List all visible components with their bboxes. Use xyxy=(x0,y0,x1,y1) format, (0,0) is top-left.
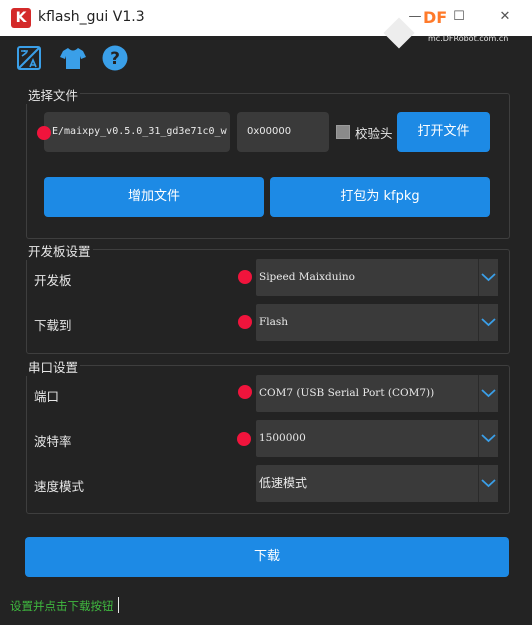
download-to-select[interactable]: Flash xyxy=(256,304,498,341)
watermark-site: mc.DFRobot.com.cn xyxy=(428,34,509,43)
chevron-down-icon[interactable] xyxy=(478,465,498,502)
baud-rate-select[interactable]: 1500000 xyxy=(256,420,498,457)
checksum-checkbox[interactable] xyxy=(336,125,350,139)
status-message: 设置并点击下载按钮 xyxy=(10,599,114,613)
port-select-value: COM7 (USB Serial Port (COM7)) xyxy=(259,387,435,399)
svg-text:?: ? xyxy=(110,49,120,69)
marker-dot-port xyxy=(238,385,252,399)
board-label: 开发板 xyxy=(34,273,72,288)
speed-mode-label: 速度模式 xyxy=(34,479,85,494)
minimize-button[interactable]: — xyxy=(408,10,422,24)
baud-rate-label: 波特率 xyxy=(34,434,72,449)
download-to-select-value: Flash xyxy=(259,316,289,328)
marker-dot-baud xyxy=(237,432,251,446)
port-label: 端口 xyxy=(34,389,60,404)
open-file-button[interactable]: 打开文件 xyxy=(397,112,490,152)
board-select[interactable]: Sipeed Maixduino xyxy=(256,259,498,296)
board-group-title: 开发板设置 xyxy=(26,241,93,260)
serial-group-title: 串口设置 xyxy=(26,357,81,376)
kflash-logo-icon: K xyxy=(11,8,31,28)
download-to-label: 下载到 xyxy=(34,318,72,333)
close-button[interactable]: ✕ xyxy=(498,10,512,24)
checksum-label: 校验头 xyxy=(355,126,393,141)
download-button[interactable]: 下载 xyxy=(25,537,509,577)
file-path-input[interactable]: E/maixpy_v0.5.0_31_gd3e71c0_w xyxy=(44,112,230,152)
help-icon[interactable]: ? xyxy=(101,44,129,72)
address-input[interactable]: 0x00000 xyxy=(237,112,329,152)
speed-mode-select[interactable]: 低速模式 xyxy=(256,465,498,502)
maximize-button[interactable]: ☐ xyxy=(452,10,466,24)
tshirt-icon[interactable] xyxy=(59,44,87,72)
chevron-down-icon[interactable] xyxy=(478,304,498,341)
board-select-value: Sipeed Maixduino xyxy=(259,271,355,283)
marker-dot-download-to xyxy=(238,315,252,329)
chevron-down-icon[interactable] xyxy=(478,420,498,457)
watermark-brand: DF xyxy=(423,8,448,27)
window-title: kflash_gui V1.3 xyxy=(38,9,145,25)
add-file-button[interactable]: 增加文件 xyxy=(44,177,264,217)
pack-kfpkg-button[interactable]: 打包为 kfpkg xyxy=(270,177,490,217)
marker-dot-board xyxy=(238,270,252,284)
address-value: 0x00000 xyxy=(247,126,292,137)
speed-mode-select-value: 低速模式 xyxy=(259,476,308,490)
chevron-down-icon[interactable] xyxy=(478,259,498,296)
port-select[interactable]: COM7 (USB Serial Port (COM7)) xyxy=(256,375,498,412)
language-icon[interactable] xyxy=(15,44,43,72)
file-path-value: E/maixpy_v0.5.0_31_gd3e71c0_w xyxy=(52,126,227,137)
title-bar: K kflash_gui V1.3 DF — ☐ ✕ xyxy=(0,0,532,49)
text-cursor xyxy=(118,597,119,613)
file-group-title: 选择文件 xyxy=(26,85,81,104)
baud-rate-select-value: 1500000 xyxy=(259,432,306,444)
chevron-down-icon[interactable] xyxy=(478,375,498,412)
marker-dot-file xyxy=(37,126,51,140)
